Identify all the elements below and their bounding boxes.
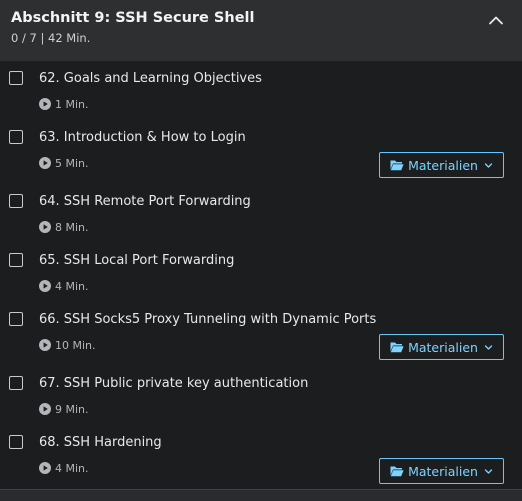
lecture-title[interactable]: 62. Goals and Learning Objectives	[39, 71, 262, 86]
folder-open-icon	[390, 466, 404, 477]
folder-open-icon	[390, 160, 404, 171]
duration-text: 4 Min.	[55, 279, 89, 293]
duration-text: 4 Min.	[55, 461, 89, 475]
lecture-item[interactable]: 68. SSH Hardening 4 Min. Materialien	[0, 426, 522, 485]
lecture-checkbox[interactable]	[9, 376, 23, 390]
lecture-item[interactable]: 67. SSH Public private key authenticatio…	[0, 367, 522, 426]
lecture-item[interactable]: 65. SSH Local Port Forwarding 4 Min.	[0, 244, 522, 303]
materials-dropdown-button[interactable]: Materialien	[379, 334, 504, 360]
section-header[interactable]: Abschnitt 9: SSH Secure Shell 0 / 7 | 42…	[0, 0, 522, 61]
play-icon	[39, 98, 51, 110]
materials-label: Materialien	[408, 339, 478, 355]
lecture-item[interactable]: 62. Goals and Learning Objectives 1 Min.	[0, 62, 522, 121]
play-icon	[39, 339, 51, 351]
materials-label: Materialien	[408, 463, 478, 479]
lecture-checkbox[interactable]	[9, 71, 23, 85]
lecture-duration: 8 Min.	[39, 220, 89, 234]
lecture-title[interactable]: 64. SSH Remote Port Forwarding	[39, 194, 251, 209]
lecture-checkbox[interactable]	[9, 194, 23, 208]
next-section-edge	[0, 490, 522, 501]
materials-label: Materialien	[408, 157, 478, 173]
play-icon	[39, 221, 51, 233]
chevron-up-icon	[489, 16, 503, 25]
duration-text: 1 Min.	[55, 97, 89, 111]
lecture-title[interactable]: 65. SSH Local Port Forwarding	[39, 253, 234, 268]
materials-dropdown-button[interactable]: Materialien	[379, 458, 504, 484]
play-icon	[39, 157, 51, 169]
lecture-duration: 10 Min.	[39, 338, 96, 352]
lecture-duration: 5 Min.	[39, 156, 89, 170]
lecture-item[interactable]: 66. SSH Socks5 Proxy Tunneling with Dyna…	[0, 303, 522, 362]
play-icon	[39, 462, 51, 474]
duration-text: 8 Min.	[55, 220, 89, 234]
lecture-item[interactable]: 63. Introduction & How to Login 5 Min. M…	[0, 121, 522, 180]
duration-text: 5 Min.	[55, 156, 89, 170]
duration-text: 10 Min.	[55, 338, 96, 352]
lecture-duration: 1 Min.	[39, 97, 89, 111]
lecture-duration: 9 Min.	[39, 402, 89, 416]
lecture-title[interactable]: 63. Introduction & How to Login	[39, 130, 246, 145]
lecture-title[interactable]: 66. SSH Socks5 Proxy Tunneling with Dyna…	[39, 312, 376, 327]
section-title: Abschnitt 9: SSH Secure Shell	[11, 10, 255, 26]
chevron-down-icon	[484, 468, 493, 474]
lecture-duration: 4 Min.	[39, 279, 89, 293]
lecture-item[interactable]: 64. SSH Remote Port Forwarding 8 Min.	[0, 185, 522, 244]
chevron-down-icon	[484, 162, 493, 168]
materials-dropdown-button[interactable]: Materialien	[379, 152, 504, 178]
lecture-duration: 4 Min.	[39, 461, 89, 475]
lecture-checkbox[interactable]	[9, 130, 23, 144]
play-icon	[39, 280, 51, 292]
collapse-button[interactable]	[484, 8, 508, 32]
play-icon	[39, 403, 51, 415]
duration-text: 9 Min.	[55, 402, 89, 416]
lecture-checkbox[interactable]	[9, 312, 23, 326]
lecture-checkbox[interactable]	[9, 253, 23, 267]
lecture-title[interactable]: 68. SSH Hardening	[39, 435, 162, 450]
lecture-title[interactable]: 67. SSH Public private key authenticatio…	[39, 376, 308, 391]
chevron-down-icon	[484, 344, 493, 350]
section-progress: 0 / 7 | 42 Min.	[11, 31, 91, 45]
lecture-checkbox[interactable]	[9, 435, 23, 449]
folder-open-icon	[390, 342, 404, 353]
